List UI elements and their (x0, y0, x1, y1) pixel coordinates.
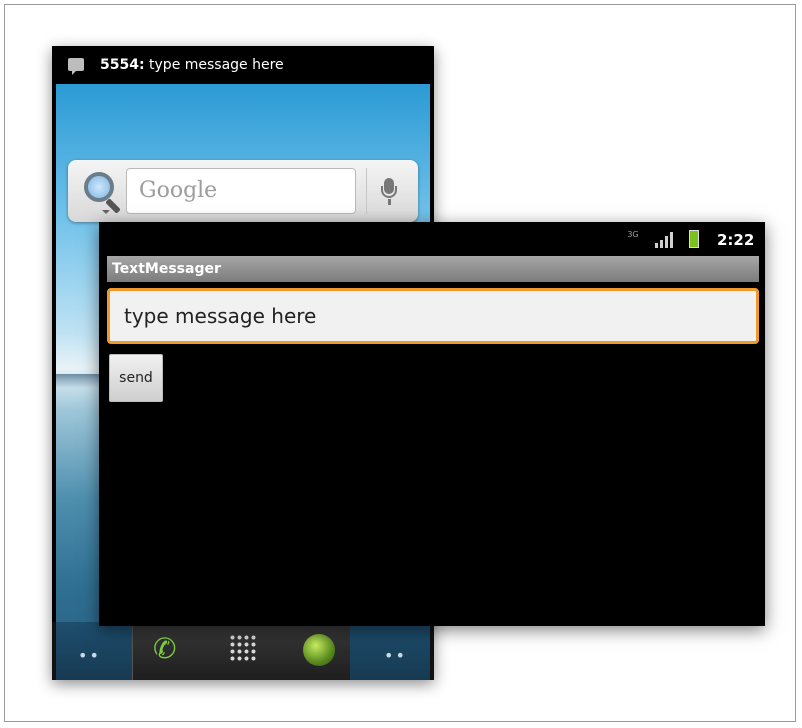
message-input[interactable] (107, 288, 759, 344)
dock-right-screens[interactable]: •• (350, 622, 430, 680)
microphone-stand (381, 186, 397, 198)
notification-message: type message here (144, 57, 284, 73)
right-screens-indicator: •• (384, 646, 407, 665)
notification-sender: 5554: (100, 57, 145, 73)
microphone-base (388, 199, 391, 205)
voice-search-button[interactable] (366, 168, 412, 214)
search-icon[interactable] (84, 172, 114, 202)
app-drawer-icon[interactable] (229, 634, 257, 662)
dock-launcher: ✆ (132, 622, 356, 680)
text-messager-window: 3G 2:22 TextMessager send (99, 222, 765, 626)
notification-text: 5554: type message here (100, 46, 284, 84)
google-search-widget[interactable]: Google (68, 160, 418, 222)
home-dock: •• ✆ •• (52, 622, 434, 680)
browser-icon[interactable] (303, 634, 335, 666)
status-bar: 3G 2:22 (99, 222, 765, 256)
app-title: TextMessager (107, 256, 759, 282)
send-button[interactable]: send (109, 354, 163, 402)
google-search-field[interactable]: Google (126, 168, 356, 214)
signal-strength-icon (655, 232, 675, 248)
network-3g-icon: 3G (627, 230, 639, 239)
sms-notification-icon (68, 58, 84, 75)
search-source-dropdown-icon[interactable] (102, 210, 110, 218)
status-clock: 2:22 (717, 231, 755, 249)
left-screens-indicator: •• (78, 646, 101, 665)
dock-left-screens[interactable]: •• (56, 622, 136, 680)
battery-icon (689, 230, 699, 248)
phone-icon[interactable]: ✆ (153, 635, 179, 663)
notification-bar[interactable]: 5554: type message here (52, 46, 434, 84)
